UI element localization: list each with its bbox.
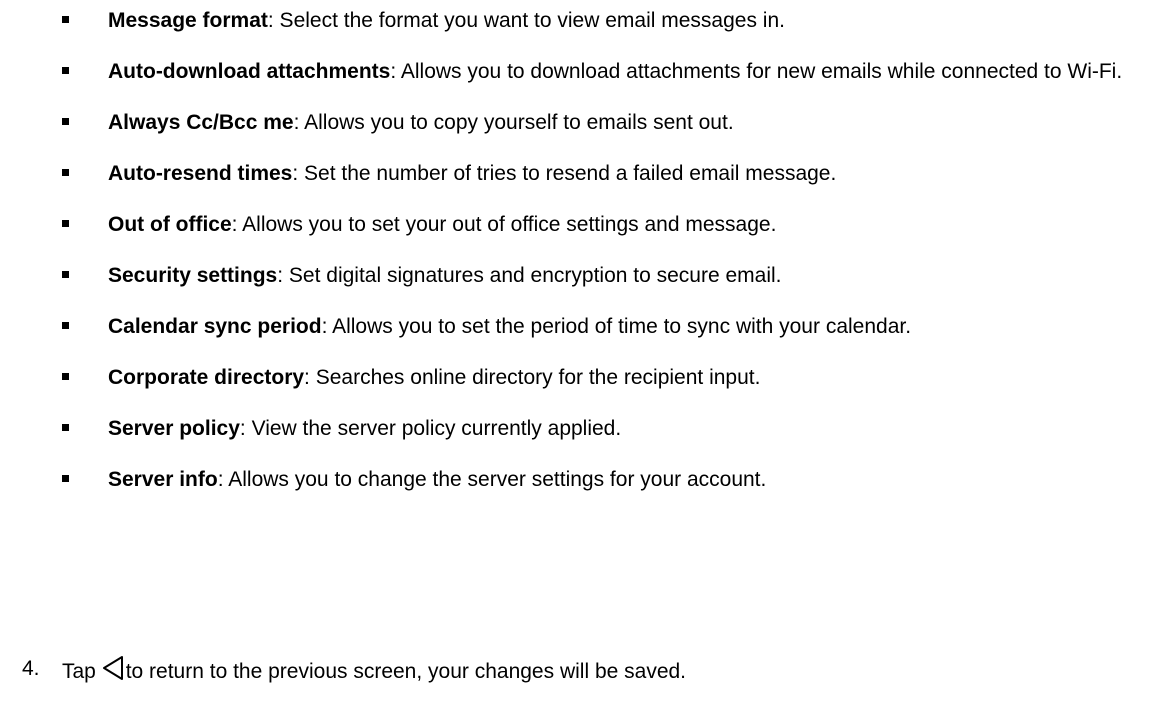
setting-term: Always Cc/Bcc me <box>108 111 294 134</box>
setting-term: Server info <box>108 468 218 491</box>
back-triangle-icon <box>102 656 123 680</box>
setting-description: : Searches online directory for the reci… <box>304 366 761 389</box>
bullet-square-icon <box>62 169 69 176</box>
setting-term: Message format <box>108 9 268 32</box>
bullet-square-icon <box>62 67 69 74</box>
setting-description: : Allows you to set your out of office s… <box>231 213 777 236</box>
setting-term: Out of office <box>108 213 232 236</box>
list-item-auto-resend: Auto-resend times: Set the number of tri… <box>0 160 1164 187</box>
list-item-out-of-office: Out of office: Allows you to set your ou… <box>0 211 1164 238</box>
list-item-server-info: Server info: Allows you to change the se… <box>0 466 1164 493</box>
step-text: Tap to return to the previous screen, yo… <box>62 655 686 685</box>
setting-term: Security settings <box>108 264 278 287</box>
bullet-square-icon <box>62 220 69 227</box>
setting-description: : Set the number of tries to resend a fa… <box>292 162 837 185</box>
bullet-square-icon <box>62 373 69 380</box>
document-page: Message format: Select the format you wa… <box>0 0 1164 702</box>
setting-term: Corporate directory <box>108 366 305 389</box>
setting-term: Auto-resend times <box>108 162 293 185</box>
setting-description: : View the server policy currently appli… <box>239 417 622 440</box>
setting-description: : Allows you to download attachments for… <box>390 60 1123 83</box>
list-item-server-policy: Server policy: View the server policy cu… <box>0 415 1164 442</box>
bullet-square-icon <box>62 118 69 125</box>
setting-term: Server policy <box>108 417 240 440</box>
list-item-message-format: Message format: Select the format you wa… <box>0 7 1164 34</box>
bullet-square-icon <box>62 424 69 431</box>
setting-description: : Select the format you want to view ema… <box>267 9 785 32</box>
setting-description: : Set digital signatures and encryption … <box>277 264 782 287</box>
step-number: 4. <box>22 657 40 680</box>
bullet-square-icon <box>62 271 69 278</box>
setting-term: Auto-download attachments <box>108 60 391 83</box>
setting-description: : Allows you to set the period of time t… <box>321 315 912 338</box>
bullet-square-icon <box>62 475 69 482</box>
list-item-auto-download: Auto-download attachments: Allows you to… <box>0 58 1164 85</box>
setting-description: : Allows you to change the server settin… <box>217 468 767 491</box>
setting-description: : Allows you to copy yourself to emails … <box>293 111 734 134</box>
bullet-square-icon <box>62 322 69 329</box>
list-item-security-settings: Security settings: Set digital signature… <box>0 262 1164 289</box>
list-item-calendar-sync: Calendar sync period: Allows you to set … <box>0 313 1164 340</box>
bullet-square-icon <box>62 16 69 23</box>
list-item-corporate-directory: Corporate directory: Searches online dir… <box>0 364 1164 391</box>
list-item-always-cc: Always Cc/Bcc me: Allows you to copy you… <box>0 109 1164 136</box>
setting-term: Calendar sync period <box>108 315 322 338</box>
email-settings-list: Message format: Select the format you wa… <box>0 7 1164 517</box>
step-text-before: Tap <box>62 660 96 683</box>
step-text-after: to return to the previous screen, your c… <box>125 660 687 683</box>
